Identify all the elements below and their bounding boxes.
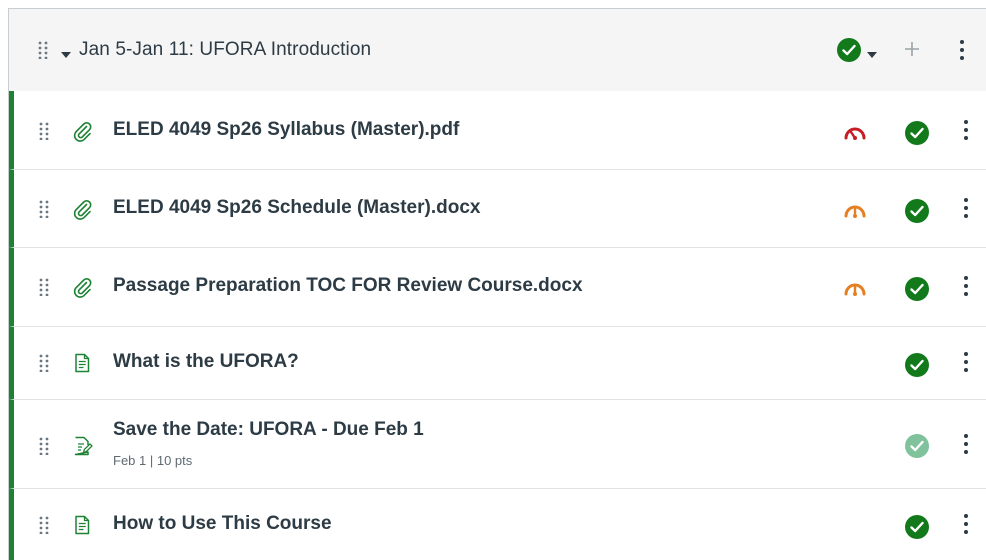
module: Jan 5-Jan 11: UFORA Introduction ELED 40…: [8, 8, 986, 560]
page-icon: [71, 352, 93, 374]
item-title[interactable]: ELED 4049 Sp26 Schedule (Master).docx: [113, 197, 480, 219]
drag-handle-icon[interactable]: [39, 278, 49, 296]
drag-handle-icon[interactable]: [39, 200, 49, 218]
drag-handle-icon[interactable]: [39, 122, 49, 140]
item-title[interactable]: Passage Preparation TOC FOR Review Cours…: [113, 275, 583, 297]
page-icon: [71, 514, 93, 536]
kebab-icon[interactable]: [963, 433, 969, 455]
module-title: Jan 5-Jan 11: UFORA Introduction: [79, 39, 372, 60]
module-item[interactable]: What is the UFORA?: [9, 327, 986, 400]
plus-icon[interactable]: [900, 35, 924, 63]
module-items: ELED 4049 Sp26 Syllabus (Master).pdf ELE…: [9, 91, 986, 560]
check-circle-icon[interactable]: [837, 38, 861, 62]
module-item[interactable]: Passage Preparation TOC FOR Review Cours…: [9, 248, 986, 327]
kebab-icon[interactable]: [963, 513, 969, 535]
drag-handle-icon[interactable]: [39, 354, 49, 372]
check-circle-icon[interactable]: [905, 199, 929, 223]
kebab-icon[interactable]: [963, 275, 969, 297]
accessibility-medium-icon[interactable]: [843, 279, 867, 297]
kebab-icon[interactable]: [963, 197, 969, 219]
item-title[interactable]: Save the Date: UFORA - Due Feb 1: [113, 419, 424, 441]
check-circle-icon[interactable]: [905, 434, 929, 458]
module-item[interactable]: Save the Date: UFORA - Due Feb 1 Feb 1 |…: [9, 400, 986, 489]
item-title[interactable]: What is the UFORA?: [113, 351, 299, 373]
module-item[interactable]: ELED 4049 Sp26 Schedule (Master).docx: [9, 170, 986, 248]
check-circle-icon[interactable]: [905, 515, 929, 539]
accessibility-low-icon[interactable]: [843, 123, 867, 141]
check-circle-icon[interactable]: [905, 277, 929, 301]
item-title[interactable]: ELED 4049 Sp26 Syllabus (Master).pdf: [113, 119, 459, 141]
drag-handle-icon[interactable]: [39, 516, 49, 534]
kebab-icon[interactable]: [959, 39, 965, 61]
module-item[interactable]: ELED 4049 Sp26 Syllabus (Master).pdf: [9, 91, 986, 170]
kebab-icon[interactable]: [963, 119, 969, 141]
check-circle-icon[interactable]: [905, 353, 929, 377]
module-header[interactable]: Jan 5-Jan 11: UFORA Introduction: [9, 9, 986, 92]
module-item[interactable]: How to Use This Course: [9, 489, 986, 560]
collapse-caret-icon[interactable]: [61, 46, 71, 58]
drag-handle-icon[interactable]: [38, 41, 48, 59]
attachment-icon: [71, 120, 93, 142]
accessibility-medium-icon[interactable]: [843, 201, 867, 219]
assignment-icon: [71, 435, 93, 457]
item-title[interactable]: How to Use This Course: [113, 513, 332, 535]
attachment-icon: [71, 198, 93, 220]
item-meta: Feb 1 | 10 pts: [113, 453, 193, 468]
attachment-icon: [71, 276, 93, 298]
check-circle-icon[interactable]: [905, 121, 929, 145]
drag-handle-icon[interactable]: [39, 437, 49, 455]
publish-menu-caret-icon[interactable]: [867, 46, 877, 58]
kebab-icon[interactable]: [963, 351, 969, 373]
